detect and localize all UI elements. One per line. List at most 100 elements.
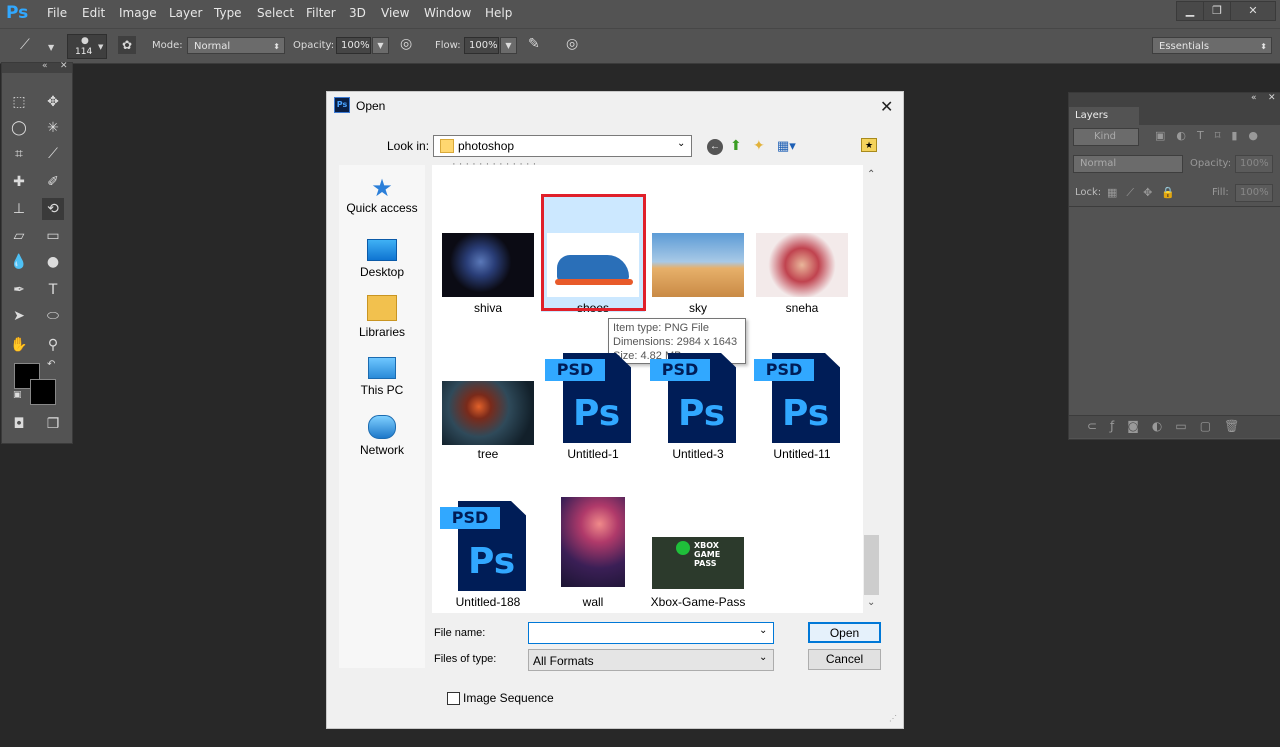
- collapse-icon[interactable]: «: [1251, 93, 1257, 103]
- favorite-folder-icon[interactable]: ★: [861, 138, 877, 152]
- clone-stamp-tool-icon[interactable]: ⊥: [8, 198, 30, 220]
- flow-input[interactable]: 100%: [464, 37, 499, 54]
- menu-help[interactable]: Help: [485, 6, 512, 20]
- brush-panel-icon[interactable]: ✿: [118, 36, 136, 54]
- collapse-icon[interactable]: «: [42, 61, 48, 71]
- pressure-size-icon[interactable]: ◎: [566, 36, 578, 52]
- look-in-select[interactable]: photoshop ⌄: [433, 135, 692, 157]
- tab-layers[interactable]: Layers: [1069, 107, 1139, 125]
- swap-colors-icon[interactable]: ↶: [47, 359, 55, 370]
- zoom-tool-icon[interactable]: ⚲: [42, 334, 64, 356]
- marquee-tool-icon[interactable]: ⬚: [8, 91, 30, 113]
- panel-header[interactable]: « ✕: [1069, 93, 1280, 107]
- panel-header[interactable]: « ✕: [2, 61, 72, 73]
- opacity-dropdown-button[interactable]: ▼: [372, 37, 389, 54]
- fill-input[interactable]: 100%: [1235, 184, 1273, 202]
- filter-kind-select[interactable]: Kind: [1073, 128, 1139, 146]
- place-quick-access[interactable]: ★ Quick access: [339, 177, 425, 216]
- menu-3d[interactable]: 3D: [349, 6, 366, 20]
- file-item-untitled-11[interactable]: PSD Ps Untitled-11: [750, 353, 854, 469]
- menu-select[interactable]: Select: [257, 6, 294, 20]
- opacity-input[interactable]: 100%: [336, 37, 371, 54]
- gradient-tool-icon[interactable]: ▭: [42, 225, 64, 247]
- default-colors-icon[interactable]: ▣: [13, 390, 22, 400]
- menu-file[interactable]: File: [47, 6, 67, 20]
- resize-grip-icon[interactable]: ⋰: [889, 714, 897, 723]
- brush-size-picker[interactable]: ● 114 ▼: [67, 34, 107, 59]
- lasso-tool-icon[interactable]: ◯: [8, 117, 30, 139]
- layer-opacity-input[interactable]: 100%: [1235, 155, 1273, 173]
- blur-tool-icon[interactable]: 💧: [8, 251, 30, 273]
- file-type-select[interactable]: All Formats ⌄: [528, 649, 774, 671]
- menu-image[interactable]: Image: [119, 6, 157, 20]
- history-brush-preset-icon[interactable]: ⟋: [20, 37, 30, 53]
- close-icon[interactable]: ✕: [60, 61, 68, 71]
- minimize-button[interactable]: ▁: [1176, 1, 1204, 21]
- chevron-down-icon[interactable]: ▼: [48, 43, 54, 52]
- dodge-tool-icon[interactable]: ●: [42, 251, 64, 273]
- path-selection-tool-icon[interactable]: ➤: [8, 305, 30, 327]
- menu-filter[interactable]: Filter: [306, 6, 336, 20]
- layer-action-icons[interactable]: ⊂ƒ◙◐▭▢🗑: [1087, 419, 1252, 433]
- open-button[interactable]: Open: [808, 622, 881, 643]
- place-libraries[interactable]: Libraries: [339, 295, 425, 339]
- hand-tool-icon[interactable]: ✋: [8, 334, 30, 356]
- history-brush-tool-icon[interactable]: ⟲: [42, 198, 64, 220]
- back-icon[interactable]: ←: [707, 139, 723, 155]
- close-icon[interactable]: ✕: [1268, 93, 1276, 103]
- menu-view[interactable]: View: [381, 6, 409, 20]
- place-desktop[interactable]: Desktop: [339, 237, 425, 279]
- brush-tool-icon[interactable]: ✐: [42, 171, 64, 193]
- scroll-down-icon[interactable]: ⌄: [867, 597, 875, 608]
- file-item-tree[interactable]: tree: [436, 369, 540, 469]
- blend-mode-select[interactable]: Normal: [1073, 155, 1183, 173]
- mode-select[interactable]: Normal ⬍: [187, 37, 285, 54]
- workspace-select[interactable]: Essentials ⬍: [1152, 37, 1272, 54]
- menu-edit[interactable]: Edit: [82, 6, 105, 20]
- place-this-pc[interactable]: This PC: [339, 355, 425, 397]
- pen-tool-icon[interactable]: ✒: [8, 279, 30, 301]
- image-sequence-checkbox[interactable]: [447, 692, 460, 705]
- restore-button[interactable]: ❐: [1203, 1, 1231, 21]
- file-item-untitled-1[interactable]: PSD Ps Untitled-1: [541, 353, 645, 469]
- vertical-scrollbar[interactable]: ⌃ ⌄: [863, 165, 880, 613]
- file-item-sneha[interactable]: sneha: [750, 219, 854, 319]
- new-folder-icon[interactable]: ✦: [753, 137, 765, 154]
- eyedropper-tool-icon[interactable]: ⟋: [42, 143, 64, 165]
- file-item-sky[interactable]: sky: [646, 219, 750, 319]
- file-item-xbox-game-pass[interactable]: XBOX GAME PASS Xbox-Game-Pass: [646, 525, 750, 613]
- background-color-swatch[interactable]: [30, 379, 56, 405]
- view-menu-icon[interactable]: ▦▾: [777, 138, 796, 154]
- quick-mask-icon[interactable]: ◘: [8, 413, 30, 435]
- file-name-input[interactable]: ⌄: [528, 622, 774, 644]
- crop-tool-icon[interactable]: ⌗: [8, 143, 30, 165]
- close-window-button[interactable]: ✕: [1230, 1, 1276, 21]
- menu-window[interactable]: Window: [424, 6, 471, 20]
- flow-dropdown-button[interactable]: ▼: [500, 37, 517, 54]
- lock-icons[interactable]: ▦⟋✥🔒: [1107, 186, 1184, 200]
- file-item-untitled-188[interactable]: PSD Ps Untitled-188: [436, 501, 540, 613]
- updown-arrows-icon: ⬍: [1260, 42, 1267, 51]
- magic-wand-tool-icon[interactable]: ✳: [42, 117, 64, 139]
- move-tool-icon[interactable]: ✥: [42, 91, 64, 113]
- file-item-wall[interactable]: wall: [541, 497, 645, 613]
- place-network[interactable]: Network: [339, 415, 425, 457]
- healing-brush-tool-icon[interactable]: ✚: [8, 171, 30, 193]
- cancel-button[interactable]: Cancel: [808, 649, 881, 670]
- pressure-opacity-icon[interactable]: ◎: [400, 36, 412, 52]
- close-icon[interactable]: ✕: [880, 97, 893, 117]
- type-tool-icon[interactable]: T: [42, 279, 64, 301]
- scrollbar-thumb[interactable]: [864, 535, 879, 595]
- up-folder-icon[interactable]: ⬆: [730, 137, 742, 154]
- chevron-down-icon[interactable]: ⌄: [759, 625, 767, 636]
- screen-mode-icon[interactable]: ❐: [42, 413, 64, 435]
- shape-tool-icon[interactable]: ⬭: [42, 305, 64, 327]
- menu-type[interactable]: Type: [214, 6, 242, 20]
- eraser-tool-icon[interactable]: ▱: [8, 225, 30, 247]
- filter-icons[interactable]: ▣◐T⌑▮●: [1155, 129, 1269, 142]
- airbrush-icon[interactable]: ✎: [528, 36, 540, 52]
- file-item-shiva[interactable]: shiva: [436, 219, 540, 319]
- scroll-up-icon[interactable]: ⌃: [867, 169, 875, 180]
- file-item-untitled-3[interactable]: PSD Ps Untitled-3: [646, 353, 750, 469]
- menu-layer[interactable]: Layer: [169, 6, 202, 20]
